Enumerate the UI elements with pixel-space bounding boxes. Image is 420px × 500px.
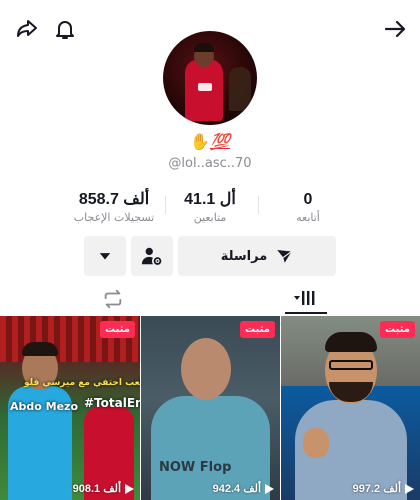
repost-icon (104, 289, 122, 309)
video-thumbnail[interactable]: نلعب احتفي مع ميرسي فلو Abdo Mezo #Total… (0, 316, 140, 500)
stat-divider (165, 196, 166, 214)
suggested-accounts-button[interactable] (131, 236, 173, 276)
notifications-button[interactable] (52, 16, 78, 42)
play-icon (265, 483, 274, 494)
share-icon (17, 20, 37, 37)
video-grid: مثبت 997.2 ألف NOW Flop مثبت 942.4 ألف ن… (0, 316, 420, 500)
following-count: 0 (303, 191, 313, 208)
stat-divider (258, 196, 259, 214)
video-thumbnail[interactable]: مثبت 997.2 ألف (281, 316, 420, 500)
hundred-points-emoji: 💯 (210, 132, 230, 151)
view-count: 997.2 ألف (353, 482, 414, 495)
view-count: 908.1 ألف (73, 482, 134, 495)
profile-stats: 858.7 ألف تسجيلات الإعجاب 41.1 أل متابعي… (0, 190, 420, 226)
view-count: 942.4 ألف (213, 482, 274, 495)
likes-stat[interactable]: 858.7 ألف تسجيلات الإعجاب (66, 190, 162, 226)
arrow-right-icon (384, 20, 406, 38)
videos-grid-icon (294, 291, 315, 305)
bell-icon (56, 21, 74, 39)
profile-avatar[interactable] (163, 31, 257, 125)
play-icon (405, 483, 414, 494)
message-label: مراسلة (220, 248, 268, 264)
message-button[interactable]: مراسلة (178, 236, 336, 276)
profile-actions: مراسلة (0, 236, 420, 276)
video-caption-brand: #TotalEne (84, 396, 140, 410)
following-stat[interactable]: 0 أتابعه (276, 190, 340, 226)
share-button[interactable] (14, 16, 40, 42)
send-icon (277, 250, 293, 263)
caret-down-icon (99, 253, 111, 260)
pinned-badge: مثبت (100, 321, 135, 338)
video-caption: نلعب احتفي مع ميرسي فلو (24, 378, 140, 388)
more-options-button[interactable] (84, 236, 126, 276)
likes-label: تسجيلات الإعجاب (73, 211, 155, 224)
user-settings-icon (141, 247, 162, 265)
followers-count: 41.1 أل (184, 191, 236, 208)
content-tabs (0, 284, 420, 314)
video-caption-name: Abdo Mezo (10, 400, 79, 413)
followers-label: متابعين (193, 211, 227, 224)
video-thumbnail[interactable]: NOW Flop مثبت 942.4 ألف (141, 316, 280, 500)
shirt-text: NOW Flop (159, 460, 232, 475)
username: @lol..asc..70 (168, 156, 252, 171)
tab-videos[interactable] (285, 284, 327, 314)
tab-reposts[interactable] (92, 284, 134, 314)
likes-count: 858.7 ألف (78, 191, 150, 208)
followers-stat[interactable]: 41.1 أل متابعين (172, 190, 248, 226)
pinned-badge: مثبت (380, 321, 415, 338)
profile-bio: ✋💯 (0, 132, 420, 152)
play-icon (125, 483, 134, 494)
following-label: أتابعه (296, 211, 320, 224)
pinned-badge: مثبت (240, 321, 275, 338)
raised-hand-emoji: ✋ (190, 132, 210, 151)
back-button[interactable] (382, 16, 408, 42)
